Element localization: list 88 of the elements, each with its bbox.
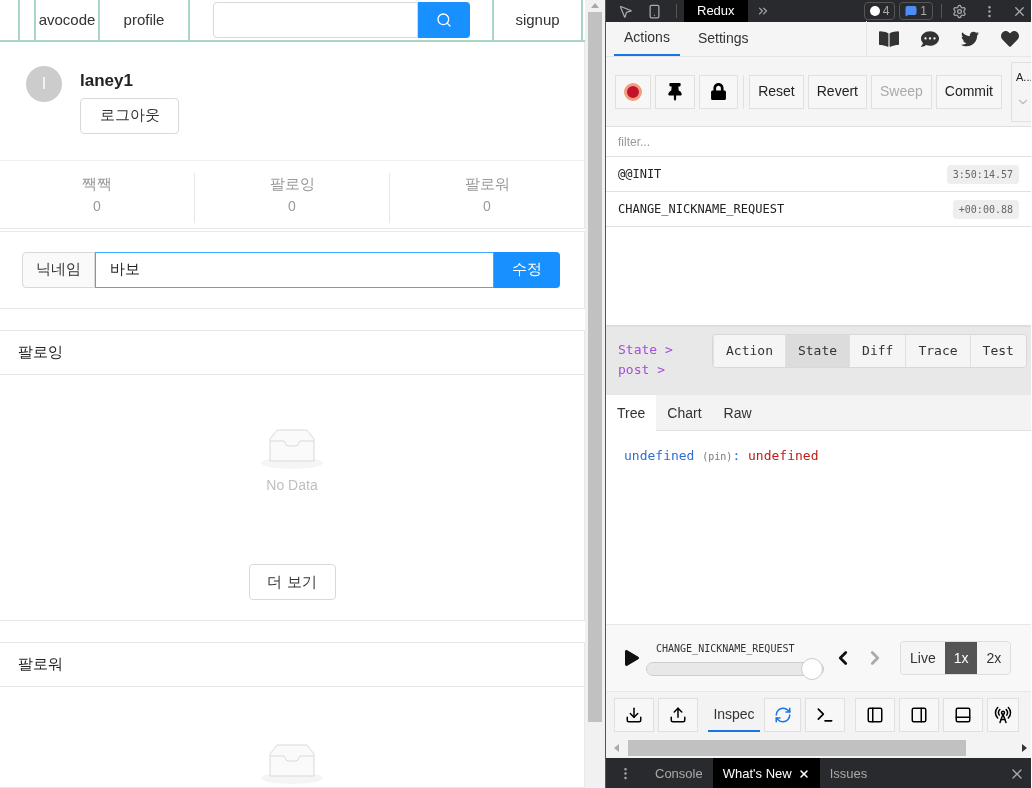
search-icon bbox=[436, 12, 452, 28]
monitor-tab[interactable]: Settings bbox=[687, 21, 759, 56]
issues-badge[interactable]: 4 bbox=[863, 2, 896, 20]
action-time: 3:50:14.57 bbox=[946, 164, 1019, 184]
search-field[interactable] bbox=[213, 2, 418, 38]
dispatcher-button[interactable] bbox=[764, 698, 801, 732]
inspector-tab[interactable]: Action bbox=[713, 335, 785, 367]
nav-link[interactable]: signup bbox=[515, 8, 560, 32]
view-tab[interactable]: Tree bbox=[606, 395, 657, 431]
action-name: CHANGE_NICKNAME_REQUEST bbox=[618, 201, 785, 218]
view-tab[interactable]: Raw bbox=[712, 395, 763, 431]
page-scrollbar-thumb[interactable] bbox=[588, 12, 602, 722]
scroll-left-icon bbox=[614, 744, 619, 752]
stat-label: 팔로워 bbox=[464, 174, 510, 194]
pin-button[interactable] bbox=[655, 74, 695, 109]
docs-icon[interactable] bbox=[879, 28, 899, 49]
dock-right-button[interactable] bbox=[899, 698, 939, 732]
lock-button[interactable] bbox=[698, 74, 739, 109]
logout-button[interactable]: 로그아웃 bbox=[80, 97, 179, 134]
inspector-tab[interactable]: Diff bbox=[849, 335, 906, 367]
card-title: 팔로워 bbox=[18, 654, 63, 675]
inspector-tab[interactable]: State bbox=[784, 335, 850, 367]
twitter-icon[interactable] bbox=[961, 29, 979, 48]
view-tab[interactable]: Chart bbox=[656, 395, 713, 431]
toolbar-button[interactable]: Reset bbox=[749, 74, 804, 109]
dock-bottom-button[interactable] bbox=[943, 698, 983, 732]
panel-bottom-icon bbox=[954, 706, 972, 724]
breadcrumb-item[interactable]: post > bbox=[618, 360, 712, 380]
stat-label: 짹짹 bbox=[82, 174, 112, 194]
stat-value: 0 bbox=[93, 196, 101, 216]
terminal-button[interactable] bbox=[805, 698, 845, 732]
action-row[interactable]: CHANGE_NICKNAME_REQUEST +00:00.88 bbox=[606, 192, 1031, 227]
record-button[interactable] bbox=[615, 74, 652, 109]
nav-link[interactable]: profile bbox=[123, 8, 165, 32]
export-icon bbox=[669, 706, 687, 724]
speed-button[interactable]: 1x bbox=[944, 642, 978, 674]
play-icon[interactable] bbox=[624, 650, 640, 666]
import-icon bbox=[625, 706, 643, 724]
inspector-tab[interactable]: Trace bbox=[905, 335, 970, 367]
terminal-icon bbox=[815, 705, 835, 725]
inspector-tab[interactable]: Test bbox=[969, 335, 1026, 367]
dock-left-button[interactable] bbox=[855, 698, 895, 732]
import-button[interactable] bbox=[614, 698, 654, 732]
export-button[interactable] bbox=[658, 698, 698, 732]
refresh-icon bbox=[773, 706, 792, 724]
tree-entry: undefined (pin): undefined bbox=[624, 448, 819, 463]
panel-tab[interactable]: Redux bbox=[684, 0, 748, 22]
antenna-icon bbox=[994, 706, 1012, 724]
drawer-tab[interactable]: Issues bbox=[819, 758, 878, 788]
scrollbar-thumb[interactable] bbox=[628, 740, 966, 756]
stat-value: 0 bbox=[483, 196, 491, 216]
stat-label: 팔로잉 bbox=[269, 174, 315, 194]
lock-icon bbox=[710, 83, 727, 100]
heart-icon[interactable] bbox=[1001, 29, 1019, 48]
nickname-input[interactable]: 바보 bbox=[95, 251, 494, 288]
remote-button[interactable] bbox=[987, 698, 1019, 732]
nav-link[interactable]: avocode bbox=[38, 8, 96, 32]
action-time: +00:00.88 bbox=[952, 199, 1019, 219]
breadcrumb-item[interactable]: State > bbox=[618, 340, 712, 360]
panel-right-icon bbox=[910, 706, 928, 724]
slider-label: CHANGE_NICKNAME_REQUEST bbox=[655, 641, 796, 656]
empty-message: No Data bbox=[266, 476, 318, 496]
filter-input[interactable]: filter... bbox=[618, 132, 1019, 151]
nickname-label: 닉네임 bbox=[22, 251, 95, 288]
empty-inbox-icon bbox=[260, 427, 324, 470]
action-name: @@INIT bbox=[618, 166, 662, 183]
empty-inbox-icon bbox=[260, 742, 324, 784]
action-row[interactable]: @@INIT 3:50:14.57 bbox=[606, 157, 1031, 192]
drawer-tab[interactable]: What's New bbox=[712, 758, 820, 788]
inspect-icon[interactable] bbox=[618, 3, 633, 19]
close-tab-icon[interactable] bbox=[797, 767, 810, 780]
chat-icon[interactable] bbox=[921, 29, 939, 48]
panel-left-icon bbox=[866, 706, 884, 724]
scroll-right-icon bbox=[1022, 744, 1027, 752]
toolbar-button[interactable]: Commit bbox=[935, 74, 1002, 109]
toolbar-button[interactable]: Revert bbox=[807, 74, 867, 109]
message-icon bbox=[905, 5, 918, 17]
device-icon[interactable] bbox=[647, 3, 662, 19]
messages-badge[interactable]: 1 bbox=[899, 2, 933, 20]
stat-value: 0 bbox=[288, 196, 296, 216]
inspector-tab[interactable]: Inspec bbox=[708, 698, 760, 732]
user-name: laney1 bbox=[80, 70, 134, 92]
pin-icon bbox=[666, 82, 685, 101]
card-title: 팔로잉 bbox=[18, 342, 63, 363]
slider-thumb[interactable] bbox=[801, 657, 823, 680]
settings-icon[interactable] bbox=[952, 3, 967, 19]
load-more-button[interactable]: 더 보기 bbox=[248, 564, 336, 601]
drawer-tab[interactable]: Console bbox=[645, 758, 713, 788]
